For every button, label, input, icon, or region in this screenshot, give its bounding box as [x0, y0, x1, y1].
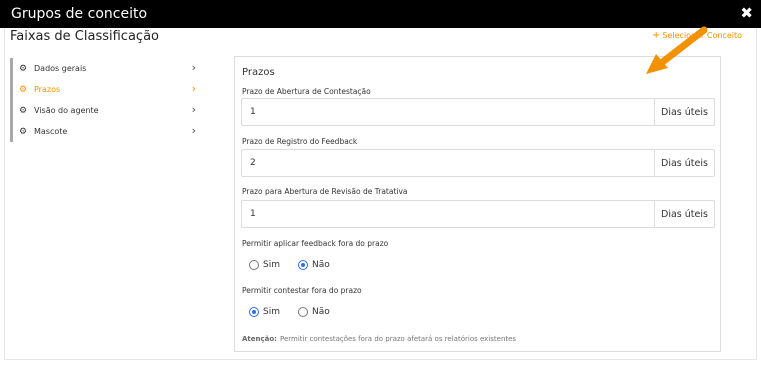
settings-icon: ⚙ [19, 126, 28, 137]
field-label-revisao: Prazo para Abertura de Revisão de Tratat… [242, 187, 408, 196]
allow-feedback-radio-group: Sim Não [249, 260, 348, 270]
radio-label: Sim [263, 260, 280, 270]
allow-feedback-label: Permitir aplicar feedback fora do prazo [242, 239, 389, 248]
radio-label: Sim [263, 307, 280, 317]
chevron-right-icon: › [191, 103, 196, 116]
sidebar-item-label: Mascote [34, 127, 68, 136]
contestacao-deadline-input[interactable]: 1 [241, 98, 655, 126]
radio-circle-icon [297, 307, 308, 317]
unit-addon: Dias úteis [655, 149, 715, 177]
close-icon[interactable]: ✖ [740, 4, 753, 22]
revisao-deadline-input[interactable]: 1 [241, 200, 655, 228]
field-label-feedback: Prazo de Registro do Feedback [242, 137, 358, 146]
warning-note-text: Permitir contestações fora do prazo afet… [279, 335, 517, 343]
revisao-deadline-group: 1 Dias úteis [241, 200, 715, 228]
chevron-right-icon: › [191, 124, 196, 137]
page-title: Faixas de Classificação [10, 29, 159, 44]
modal-title: Grupos de conceito [11, 6, 148, 22]
allow-contest-no-radio[interactable]: Não [297, 307, 330, 317]
settings-icon: ⚙ [19, 63, 28, 74]
sidebar-item-dados-gerais[interactable]: ⚙ Dados gerais › [13, 58, 200, 79]
sidebar-item-label: Visão do agente [34, 106, 99, 115]
sidebar-item-label: Prazos [34, 85, 61, 94]
modal-titlebar: Grupos de conceito ✖ [0, 0, 761, 28]
unit-addon: Dias úteis [655, 200, 715, 228]
chevron-right-icon: › [191, 61, 196, 74]
allow-contest-label: Permitir contestar fora do prazo [242, 286, 362, 295]
radio-label: Não [311, 307, 330, 317]
feedback-deadline-group: 2 Dias úteis [241, 149, 715, 177]
sidebar-item-mascote[interactable]: ⚙ Mascote › [13, 121, 200, 142]
warning-note-label: Atenção: [242, 335, 277, 343]
field-label-contestacao: Prazo de Abertura de Contestação [242, 87, 371, 96]
warning-note: Atenção: Permitir contestações fora do pr… [242, 335, 516, 343]
unit-addon: Dias úteis [655, 98, 715, 126]
prazos-panel: Prazos Prazo de Abertura de Contestação … [234, 56, 721, 352]
annotation-arrow-icon [646, 26, 708, 74]
chevron-right-icon: › [191, 82, 196, 95]
sidebar-item-visao-do-agente[interactable]: ⚙ Visão do agente › [13, 100, 200, 121]
radio-circle-icon [297, 260, 308, 270]
allow-contest-yes-radio[interactable]: Sim [249, 307, 280, 317]
radio-label: Não [311, 260, 330, 270]
settings-icon: ⚙ [19, 84, 28, 95]
sidebar-item-label: Dados gerais [34, 64, 87, 73]
radio-circle-icon [249, 307, 259, 317]
panel-title: Prazos [242, 67, 275, 78]
feedback-deadline-input[interactable]: 2 [241, 149, 655, 177]
allow-feedback-yes-radio[interactable]: Sim [249, 260, 280, 270]
radio-circle-icon [249, 260, 259, 270]
contestacao-deadline-group: 1 Dias úteis [241, 98, 715, 126]
sidebar: ⚙ Dados gerais › ⚙ Prazos › ⚙ Visão do a… [10, 58, 200, 142]
sidebar-item-prazos[interactable]: ⚙ Prazos › [13, 79, 200, 100]
allow-contest-radio-group: Sim Não [249, 307, 348, 317]
allow-feedback-no-radio[interactable]: Não [297, 260, 330, 270]
settings-icon: ⚙ [19, 105, 28, 116]
